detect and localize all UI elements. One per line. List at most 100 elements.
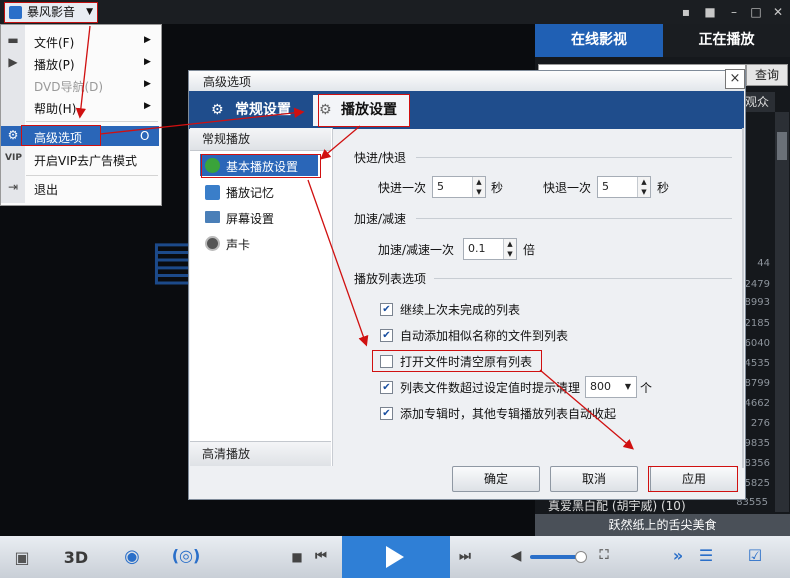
- section-playlist-title: 播放列表选项: [354, 272, 427, 286]
- dialog-title-bar[interactable]: [189, 71, 744, 91]
- scrollbar-thumb[interactable]: [777, 132, 787, 160]
- forward-stepper[interactable]: 5 ▲ ▼: [432, 176, 486, 198]
- stepper-arrows-icon[interactable]: ▲ ▼: [503, 239, 516, 259]
- search-button[interactable]: 查询: [746, 64, 788, 86]
- screen-icon: [205, 211, 220, 223]
- volume-slider[interactable]: [530, 555, 580, 559]
- eye-icon[interactable]: ◉: [114, 546, 150, 567]
- app-title: 暴风影音: [27, 5, 76, 19]
- cleanup-threshold-select[interactable]: 800 ▼: [585, 376, 637, 398]
- play-icon: [386, 546, 404, 568]
- submenu-arrow-icon: ▶: [144, 101, 151, 111]
- folder-icon: ▬: [7, 33, 19, 47]
- exit-icon: ⇥: [7, 180, 19, 194]
- msg-icon[interactable]: ▪: [678, 4, 694, 20]
- stop-icon[interactable]: ■: [290, 550, 304, 564]
- nav-section-header[interactable]: 高清播放: [190, 441, 331, 466]
- backward-unit: 秒: [657, 181, 670, 195]
- backward-stepper[interactable]: 5 ▲ ▼: [597, 176, 651, 198]
- skin-icon[interactable]: ■: [702, 4, 718, 20]
- title-bar: [0, 0, 790, 24]
- menu-item-dvd[interactable]: DVD导航(D): [34, 78, 154, 95]
- recommendation-footer[interactable]: 跃然纸上的舌尖美食: [535, 514, 790, 536]
- section-speed-title: 加速/减速: [354, 212, 407, 226]
- section-divider: [416, 157, 732, 158]
- next-icon[interactable]: ⏭: [458, 549, 472, 564]
- surround-icon[interactable]: (◎): [166, 546, 206, 565]
- submenu-arrow-icon: ▶: [144, 35, 151, 45]
- cleanup-unit: 个: [640, 381, 653, 395]
- maximize-icon[interactable]: □: [748, 4, 764, 20]
- list-scrollbar[interactable]: [775, 112, 789, 512]
- section-divider: [434, 278, 732, 279]
- menu-separator: [26, 175, 158, 176]
- menu-item-help[interactable]: 帮助(H): [34, 100, 154, 117]
- nav-item-sound-card[interactable]: 声卡: [226, 236, 250, 253]
- fullscreen-icon[interactable]: ⛶: [596, 548, 612, 563]
- toolbox-icon[interactable]: ▣: [10, 548, 34, 567]
- speed-label: 加速/减速一次: [378, 243, 455, 257]
- playlist-icon[interactable]: ☰: [694, 546, 718, 565]
- checkbox-continue-list[interactable]: ✔: [380, 303, 393, 316]
- nav-item-screen[interactable]: 屏幕设置: [226, 210, 274, 227]
- speaker-icon: [205, 236, 220, 251]
- option-auto-add[interactable]: 自动添加相似名称的文件到列表: [400, 327, 568, 344]
- tab-general-settings[interactable]: ⚙ 常规设置: [201, 95, 309, 126]
- menu-item-vip[interactable]: 开启VIP去广告模式: [34, 152, 154, 169]
- settings-nav: [190, 128, 333, 466]
- section-seek-title: 快进/快退: [354, 151, 407, 165]
- minimize-icon[interactable]: –: [726, 4, 742, 20]
- tab-general-label: 常规设置: [235, 102, 291, 118]
- chevron-down-icon: ▼: [86, 7, 93, 17]
- submenu-arrow-icon: ▶: [144, 57, 151, 67]
- ok-button[interactable]: 确定: [452, 466, 540, 492]
- menu-separator: [26, 121, 158, 122]
- forward-label: 快进一次: [378, 181, 427, 195]
- tab-now-playing[interactable]: 正在播放: [663, 24, 790, 57]
- backward-value: 5: [602, 180, 609, 193]
- menu-item-exit[interactable]: 退出: [34, 181, 154, 198]
- dialog-close-button[interactable]: ×: [725, 69, 745, 89]
- gear-icon: ⚙: [211, 102, 224, 118]
- checkbox-collapse-albums[interactable]: ✔: [380, 407, 393, 420]
- play-small-icon: ▶: [8, 55, 18, 69]
- option-continue-list[interactable]: 继续上次未完成的列表: [400, 301, 520, 318]
- annotation-box: [21, 125, 101, 146]
- chevron-right-icon[interactable]: »: [668, 546, 688, 565]
- cancel-button[interactable]: 取消: [550, 466, 638, 492]
- nav-item-memory[interactable]: 播放记忆: [226, 184, 274, 201]
- menu-item-file[interactable]: 文件(F): [34, 34, 154, 51]
- section-divider: [416, 218, 732, 219]
- backward-label: 快退一次: [543, 181, 592, 195]
- annotation-box: [372, 350, 542, 372]
- option-collapse-albums[interactable]: 添加专辑时，其他专辑播放列表自动收起: [400, 405, 616, 422]
- annotation-box: [648, 466, 738, 492]
- nav-section-header[interactable]: 常规播放: [190, 128, 331, 151]
- speed-value: 0.1: [468, 242, 486, 255]
- cleanup-threshold-value: 800: [590, 380, 611, 393]
- dialog-title: 高级选项: [203, 75, 252, 89]
- list-header-text: 观众: [745, 95, 770, 109]
- gear-icon: ⚙: [7, 128, 19, 142]
- volume-knob[interactable]: [575, 551, 587, 563]
- checklist-icon[interactable]: ☑: [742, 546, 768, 565]
- mode-3d-button[interactable]: 3D: [60, 548, 92, 567]
- speed-stepper[interactable]: 0.1 ▲ ▼: [463, 238, 517, 260]
- menu-item-play[interactable]: 播放(P): [34, 56, 154, 73]
- stepper-arrows-icon[interactable]: ▲ ▼: [637, 177, 650, 197]
- forward-value: 5: [437, 180, 444, 193]
- tab-online-video[interactable]: 在线影视: [535, 24, 663, 57]
- annotation-box: [318, 94, 410, 127]
- checkbox-auto-add[interactable]: ✔: [380, 329, 393, 342]
- stepper-arrows-icon[interactable]: ▲ ▼: [472, 177, 485, 197]
- memory-icon: [205, 185, 220, 200]
- volume-icon[interactable]: ◀: [508, 548, 524, 564]
- menu-icon-column: [1, 25, 25, 203]
- option-cleanup-prompt[interactable]: 列表文件数超过设定值时提示清理: [400, 379, 580, 396]
- close-icon[interactable]: ✕: [770, 4, 786, 20]
- previous-icon[interactable]: ⏮: [314, 549, 328, 564]
- dialog-divider: [742, 128, 744, 468]
- forward-unit: 秒: [491, 181, 504, 195]
- app-menu-button[interactable]: 暴风影音 ▼: [4, 2, 98, 23]
- checkbox-cleanup-prompt[interactable]: ✔: [380, 381, 393, 394]
